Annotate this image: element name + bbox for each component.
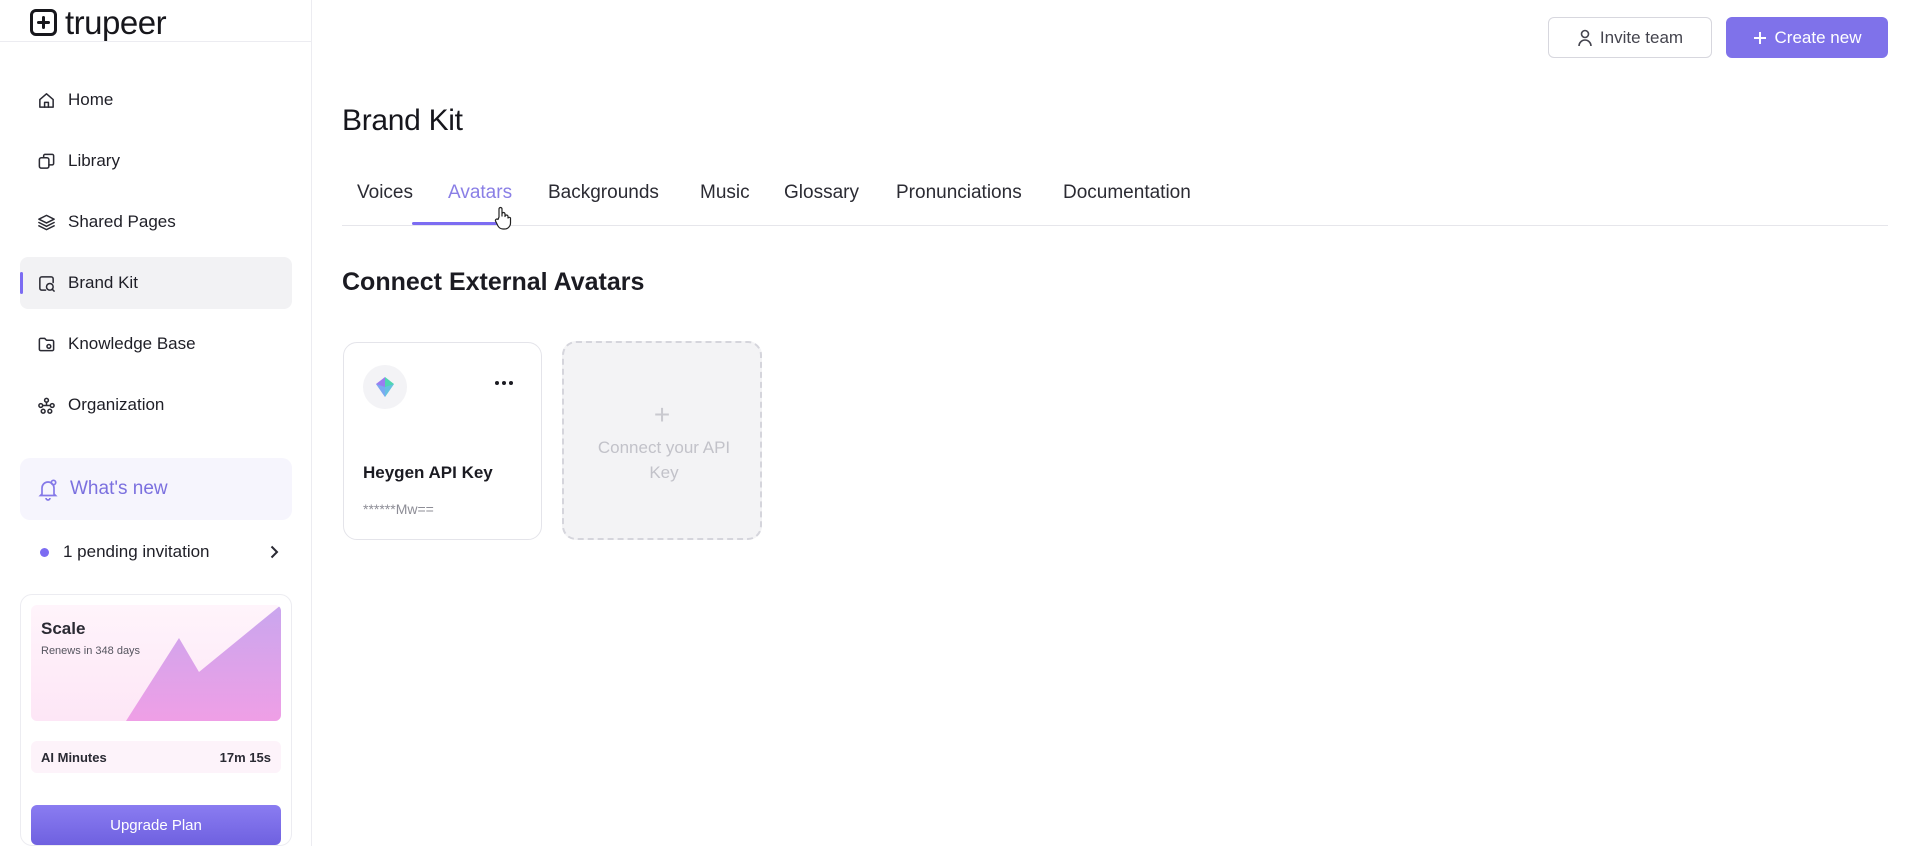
pending-invitation-row[interactable]: 1 pending invitation	[20, 532, 292, 572]
pending-invitation-label: 1 pending invitation	[63, 542, 210, 561]
plan-banner: Scale Renews in 348 days	[31, 605, 281, 721]
more-options-icon[interactable]	[495, 379, 515, 387]
plan-renewal-text: Renews in 348 days	[41, 645, 141, 657]
user-icon	[1578, 29, 1592, 46]
brand-kit-tabs: Voices Avatars Backgrounds Music Glossar…	[342, 172, 1888, 226]
ai-minutes-value: 17m 15s	[219, 749, 271, 765]
brand-kit-icon	[36, 273, 56, 293]
upgrade-plan-button[interactable]: Upgrade Plan	[31, 805, 281, 845]
whats-new-label: What's new	[70, 478, 168, 499]
app-logo[interactable]: trupeer	[30, 3, 167, 41]
library-icon	[36, 151, 56, 171]
section-title: Connect External Avatars	[342, 268, 645, 296]
sidebar-item-shared-pages[interactable]: Shared Pages	[20, 196, 292, 248]
sidebar-nav: Home Library Shared Pages Brand Kit Know…	[20, 74, 292, 440]
page-title: Brand Kit	[342, 104, 463, 137]
plus-icon: +	[653, 399, 671, 430]
sidebar-item-home[interactable]: Home	[20, 74, 292, 126]
connect-api-key-label: Connect your API Key	[597, 438, 731, 482]
tab-documentation[interactable]: Documentation	[1063, 182, 1191, 204]
bell-icon	[38, 479, 58, 501]
plan-card: Scale Renews in 348 days AI Minutes 17m …	[20, 594, 292, 846]
home-icon	[36, 90, 56, 110]
plan-name: Scale	[41, 619, 86, 638]
ai-minutes-label: AI Minutes	[41, 749, 107, 765]
divider	[0, 41, 312, 42]
api-key-name: Heygen API Key	[363, 463, 493, 482]
sidebar-item-label: Knowledge Base	[68, 334, 196, 353]
whats-new-button[interactable]: What's new	[20, 458, 292, 520]
sidebar-item-organization[interactable]: Organization	[20, 379, 292, 431]
sidebar: trupeer Home Library Shared Pages Brand	[0, 0, 312, 846]
folder-icon	[36, 334, 56, 354]
sidebar-item-library[interactable]: Library	[20, 135, 292, 187]
sidebar-item-knowledge-base[interactable]: Knowledge Base	[20, 318, 292, 370]
invite-team-label: Invite team	[1599, 27, 1684, 47]
logo-mark-icon	[30, 8, 57, 36]
tab-avatars[interactable]: Avatars	[448, 182, 512, 204]
tab-glossary[interactable]: Glossary	[784, 182, 859, 204]
sidebar-item-label: Shared Pages	[68, 212, 176, 231]
mouse-pointer-hand-icon	[494, 206, 512, 230]
sidebar-item-label: Library	[68, 151, 120, 170]
tab-pronunciations[interactable]: Pronunciations	[896, 182, 1022, 204]
logo-text: trupeer	[65, 3, 167, 41]
chevron-right-icon	[270, 545, 279, 559]
heygen-logo-icon	[363, 365, 407, 409]
tab-voices[interactable]: Voices	[357, 182, 413, 204]
connect-api-key-card[interactable]: + Connect your API Key	[562, 341, 762, 540]
plus-icon	[1753, 31, 1766, 44]
create-new-button[interactable]: Create new	[1726, 17, 1888, 58]
layers-icon	[36, 212, 56, 232]
sidebar-item-label: Home	[68, 90, 114, 109]
organization-icon	[36, 395, 56, 415]
tab-backgrounds[interactable]: Backgrounds	[548, 182, 659, 204]
status-dot	[40, 547, 49, 557]
api-key-masked-value: ******Mw==	[363, 501, 434, 517]
create-new-label: Create new	[1774, 27, 1862, 47]
sidebar-item-brand-kit[interactable]: Brand Kit	[20, 257, 292, 309]
heygen-api-key-card[interactable]: Heygen API Key ******Mw==	[343, 342, 542, 540]
tab-music[interactable]: Music	[700, 182, 750, 204]
ai-minutes-row: AI Minutes 17m 15s	[31, 741, 281, 773]
sidebar-item-label: Brand Kit	[68, 273, 138, 292]
sidebar-item-label: Organization	[68, 395, 165, 414]
invite-team-button[interactable]: Invite team	[1548, 17, 1712, 58]
